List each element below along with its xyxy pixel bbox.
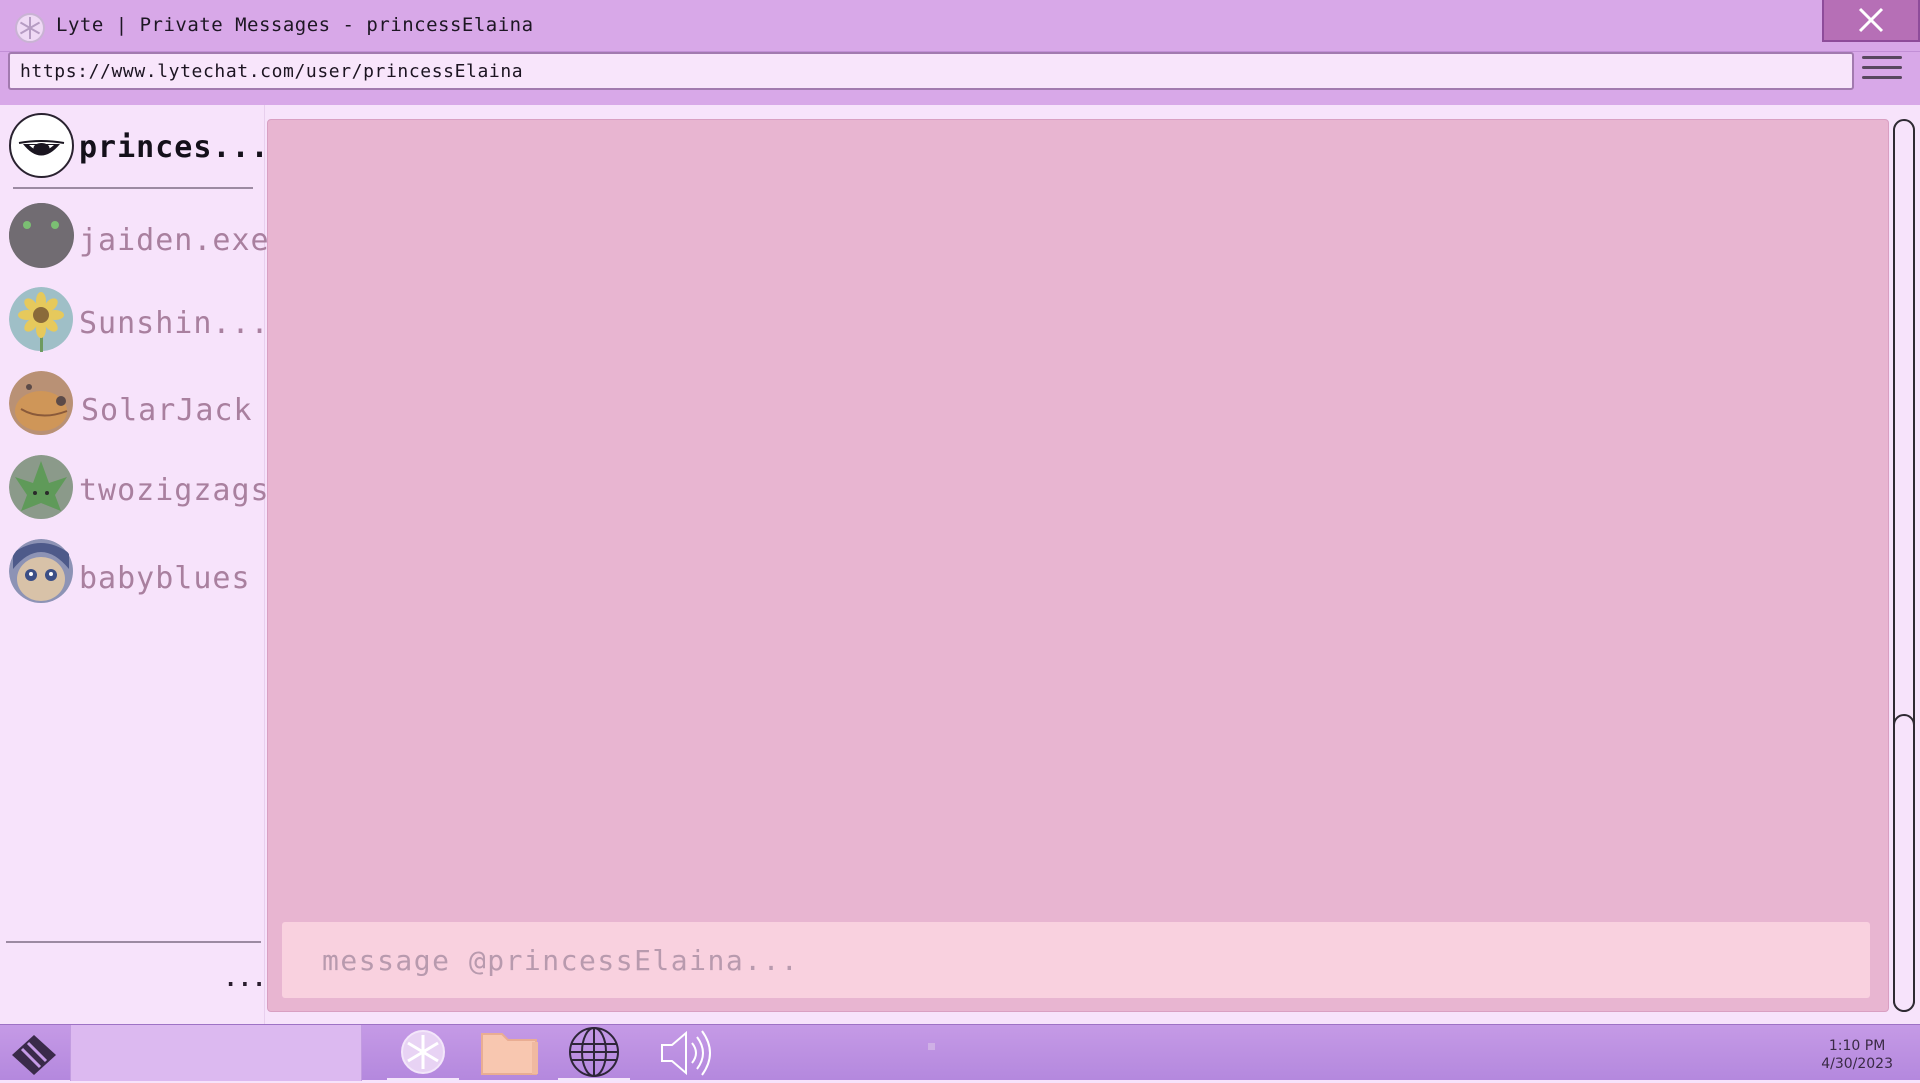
contact-name: Sunshin... <box>79 306 270 341</box>
sidebar-bottom-divider <box>6 941 261 943</box>
globe-icon <box>569 1026 619 1077</box>
speaker-icon <box>661 1030 711 1076</box>
chat-message-area: message @princessElaina... <box>267 119 1889 1012</box>
taskbar-lyte-app[interactable] <box>387 1025 459 1081</box>
contact-name: jaiden.exe <box>79 223 270 258</box>
contact-item-sunshine[interactable]: Sunshin... <box>0 287 269 365</box>
close-icon <box>1858 7 1884 33</box>
window-titlebar: Lyte | Private Messages - princessElaina <box>0 0 1920 52</box>
folder-icon <box>481 1033 538 1075</box>
contact-item-twozigzags[interactable]: twozigzags <box>0 455 269 533</box>
taskbar-clock[interactable]: 1:10 PM 4/30/2023 <box>1821 1037 1893 1073</box>
message-input-placeholder: message @princessElaina... <box>322 943 800 977</box>
close-button[interactable] <box>1822 0 1920 42</box>
lyte-asterisk-icon <box>15 13 45 43</box>
sidebar-divider <box>13 187 253 189</box>
hamburger-menu-icon <box>1862 56 1902 79</box>
asterisk-icon <box>401 1029 445 1074</box>
taskbar-volume[interactable] <box>650 1025 722 1081</box>
clock-date: 4/30/2023 <box>1821 1056 1893 1072</box>
sunflower-avatar <box>9 287 74 352</box>
start-button[interactable] <box>8 1031 60 1079</box>
contact-item-solarjack[interactable]: SolarJack <box>0 371 265 449</box>
clock-time: 1:10 PM <box>1828 1038 1886 1054</box>
contact-name: twozigzags <box>79 473 270 508</box>
contact-name: babyblues <box>79 561 251 596</box>
tray-indicator <box>928 1043 935 1050</box>
taskbar-files-app[interactable] <box>474 1025 546 1081</box>
address-bar: https://www.lytechat.com/user/princessEl… <box>0 52 1920 105</box>
window-title: Lyte | Private Messages - princessElaina <box>56 14 534 36</box>
taskbar-browser-app[interactable] <box>558 1025 630 1081</box>
url-field[interactable]: https://www.lytechat.com/user/princessEl… <box>8 52 1854 90</box>
taskbar: 1:10 PM 4/30/2023 <box>0 1024 1920 1081</box>
eye-avatar <box>9 113 74 178</box>
current-user-item[interactable]: princes... <box>0 113 269 191</box>
contacts-sidebar: princes... jaiden.exe Sunshin... SolarJa… <box>0 105 269 1024</box>
more-options-button[interactable]: ... <box>224 967 267 992</box>
contact-item-jaiden[interactable]: jaiden.exe <box>0 203 269 281</box>
start-diamond-icon <box>12 1035 56 1075</box>
message-input[interactable]: message @princessElaina... <box>282 922 1870 998</box>
orange-creature-avatar <box>9 371 74 436</box>
dark-blob-avatar <box>9 203 74 268</box>
green-leaf-avatar <box>9 455 74 520</box>
hamburger-menu-button[interactable] <box>1862 56 1902 84</box>
chat-scrollbar-thumb[interactable] <box>1893 714 1915 1012</box>
contact-item-babyblues[interactable]: babyblues <box>0 539 265 617</box>
blue-eyed-face-avatar <box>9 539 74 604</box>
contact-name: SolarJack <box>81 393 253 428</box>
current-user-name: princes... <box>79 130 270 165</box>
taskbar-window-slot[interactable] <box>70 1025 362 1081</box>
